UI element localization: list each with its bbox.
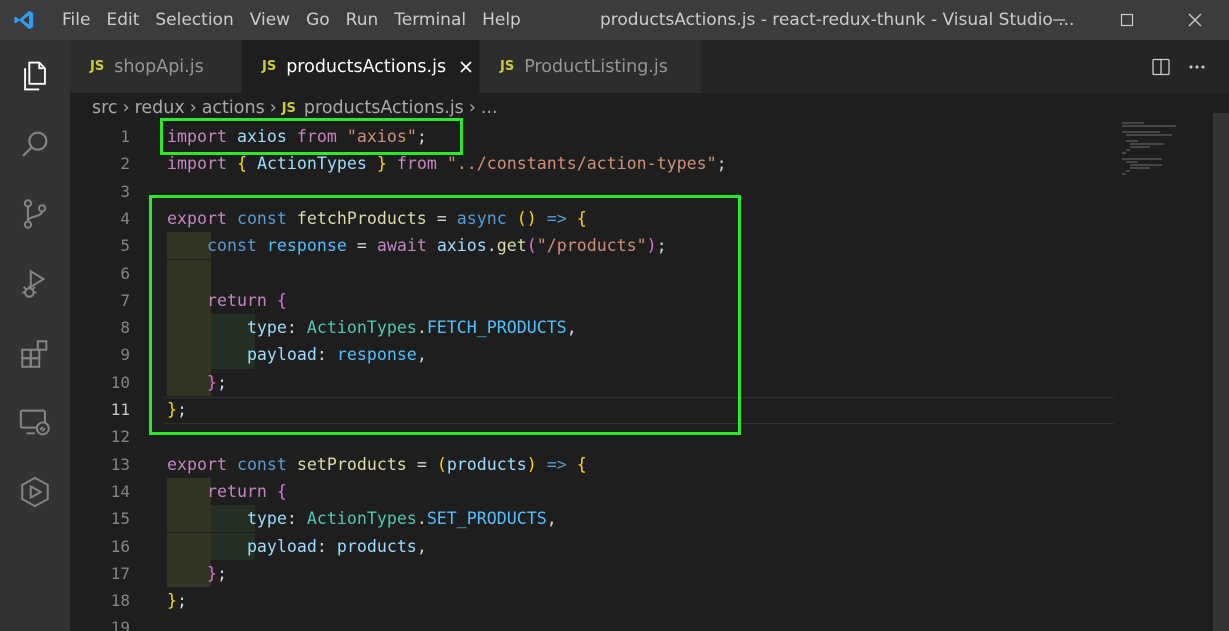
menu-edit[interactable]: Edit xyxy=(98,0,147,40)
extensions-icon[interactable] xyxy=(0,320,70,388)
minimap-line xyxy=(1126,140,1138,142)
breadcrumb-more[interactable]: ... xyxy=(481,98,498,118)
minimize-icon xyxy=(1053,19,1065,21)
line-number: 18 xyxy=(110,591,130,611)
minimap-line xyxy=(1130,146,1150,148)
close-icon xyxy=(460,60,472,73)
split-editor-icon xyxy=(1152,58,1170,75)
close-window-button[interactable] xyxy=(1161,0,1229,40)
minimap-line xyxy=(1126,134,1172,136)
line-number: 9 xyxy=(120,345,130,365)
line-number: 12 xyxy=(110,427,130,447)
minimap-line xyxy=(1122,125,1176,127)
line-number: 11 xyxy=(110,400,130,419)
javascript-file-icon: JS xyxy=(500,59,515,74)
minimap-line xyxy=(1126,149,1130,151)
javascript-file-icon: JS xyxy=(281,100,296,116)
code-line: return { xyxy=(206,481,287,501)
chevron-right-icon: › xyxy=(189,98,197,118)
line-number: 4 xyxy=(120,208,130,228)
source-control-icon[interactable] xyxy=(0,180,70,248)
code-line: export const setProducts = (products) =>… xyxy=(167,454,587,474)
title-bar: File Edit Selection View Go Run Terminal… xyxy=(0,0,1229,40)
menu-file[interactable]: File xyxy=(48,0,98,40)
minimap[interactable] xyxy=(1120,120,1212,190)
line-number: 8 xyxy=(120,318,130,338)
live-share-icon[interactable] xyxy=(0,458,70,526)
more-actions-icon xyxy=(1189,65,1205,68)
explorer-icon[interactable] xyxy=(0,42,70,110)
line-number: 13 xyxy=(110,454,130,474)
breadcrumb-src[interactable]: src xyxy=(92,98,118,118)
tab-label: ProductListing.js xyxy=(524,56,668,77)
close-tab-button[interactable] xyxy=(458,59,474,75)
code-line: payload: products, xyxy=(246,536,427,556)
javascript-file-icon: JS xyxy=(262,59,277,74)
line-number: 1 xyxy=(120,127,130,146)
line-number: 17 xyxy=(110,563,130,583)
minimap-line xyxy=(1122,152,1126,154)
code-line: }; xyxy=(167,591,187,611)
javascript-file-icon: JS xyxy=(90,59,105,74)
minimap-line xyxy=(1122,131,1160,133)
remote-explorer-icon[interactable] xyxy=(0,388,70,456)
tab-productlisting[interactable]: JS ProductListing.js xyxy=(480,40,702,93)
chevron-right-icon: › xyxy=(122,98,130,118)
more-actions-button[interactable] xyxy=(1179,49,1215,85)
chevron-right-icon: › xyxy=(468,98,476,118)
tab-label: productsActions.js xyxy=(286,56,447,77)
menu-terminal[interactable]: Terminal xyxy=(386,0,474,40)
line-number: 14 xyxy=(110,481,130,501)
menu-bar: File Edit Selection View Go Run Terminal… xyxy=(48,0,529,40)
maximize-button[interactable] xyxy=(1093,0,1161,40)
line-number: 6 xyxy=(120,263,130,283)
editor-tab-bar: JS shopApi.js JS productsActions.js JS P… xyxy=(70,40,1229,93)
minimap-line xyxy=(1130,164,1162,166)
highlight-box-fetchproducts xyxy=(149,195,741,435)
menu-selection[interactable]: Selection xyxy=(147,0,241,40)
minimize-button[interactable] xyxy=(1025,0,1093,40)
minimap-line xyxy=(1122,158,1162,160)
line-number: 10 xyxy=(110,372,130,392)
line-number: 2 xyxy=(120,154,130,174)
minimap-line xyxy=(1126,161,1138,163)
minimap-line xyxy=(1122,122,1144,124)
menu-help[interactable]: Help xyxy=(474,0,529,40)
code-line: type: ActionTypes.SET_PRODUCTS, xyxy=(246,509,557,529)
close-icon xyxy=(1188,13,1202,27)
line-number: 16 xyxy=(110,536,130,556)
line-number: 3 xyxy=(120,181,130,201)
tab-productsactions[interactable]: JS productsActions.js xyxy=(242,40,480,93)
scrollbar-thumb[interactable] xyxy=(1213,113,1229,631)
window-controls xyxy=(1025,0,1229,40)
breadcrumb-file[interactable]: productsActions.js xyxy=(304,98,464,118)
menu-run[interactable]: Run xyxy=(338,0,387,40)
breadcrumb-actions[interactable]: actions xyxy=(202,98,265,118)
chevron-right-icon: › xyxy=(269,98,277,118)
breadcrumb-redux[interactable]: redux xyxy=(135,98,185,118)
vertical-scrollbar[interactable] xyxy=(1213,93,1229,631)
menu-view[interactable]: View xyxy=(242,0,298,40)
line-number: 15 xyxy=(110,509,130,529)
line-number: 5 xyxy=(120,236,130,256)
code-line: }; xyxy=(206,563,227,583)
split-editor-button[interactable] xyxy=(1143,49,1179,85)
highlight-box-import xyxy=(160,118,463,155)
minimap-line xyxy=(1122,173,1126,175)
vscode-logo-icon xyxy=(0,0,48,40)
activity-bar xyxy=(0,40,70,631)
maximize-icon xyxy=(1120,13,1134,27)
editor-actions xyxy=(1143,40,1229,93)
minimap-line xyxy=(1126,170,1130,172)
menu-go[interactable]: Go xyxy=(298,0,338,40)
run-debug-icon[interactable] xyxy=(0,250,70,318)
minimap-line xyxy=(1130,143,1164,145)
window-title: productsActions.js - react-redux-thunk -… xyxy=(600,10,1075,30)
line-number: 19 xyxy=(110,618,130,631)
tab-label: shopApi.js xyxy=(114,56,204,77)
minimap-line xyxy=(1130,167,1150,169)
search-icon[interactable] xyxy=(0,110,70,178)
tab-shopapi[interactable]: JS shopApi.js xyxy=(70,40,242,93)
line-number: 7 xyxy=(120,290,130,310)
